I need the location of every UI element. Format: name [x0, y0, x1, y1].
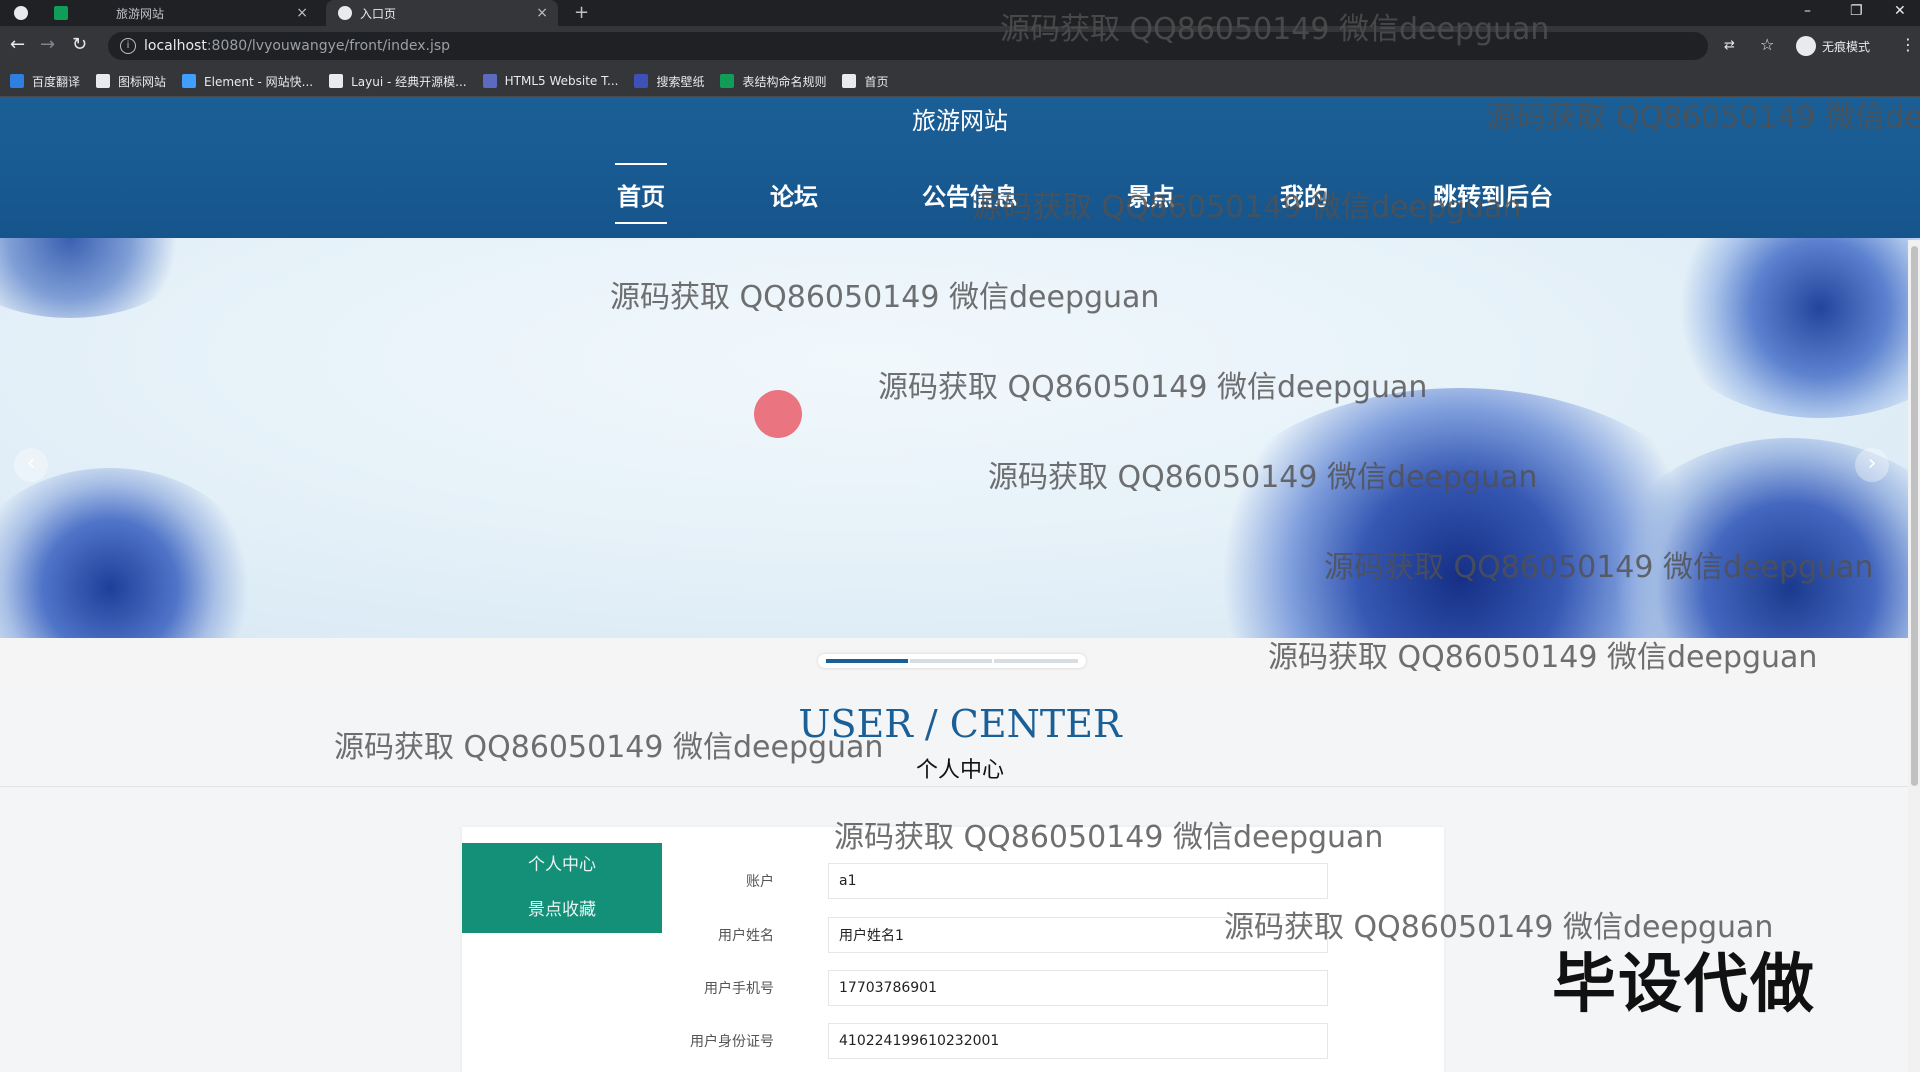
url-host: localhost: [144, 38, 207, 54]
phone-field[interactable]: [828, 970, 1328, 1006]
form-row-phone: 用户手机号: [662, 970, 1328, 1006]
field-label: 用户姓名: [718, 928, 774, 944]
section-header: USER / CENTER 个人中心: [0, 686, 1920, 787]
carousel-pager: [818, 654, 1086, 668]
bookmark-label: HTML5 Website T...: [504, 74, 619, 88]
bookmark-label: 图标网站: [118, 74, 167, 89]
promo-stamp-text: 毕设代做: [1552, 948, 1816, 1022]
incognito-icon: [1796, 36, 1816, 56]
form-row-account: 账户: [662, 863, 1328, 899]
address-bar: ← → ↻ i localhost:8080/lvyouwangye/front…: [0, 26, 1920, 66]
site-header: 旅游网站 首页 论坛 公告信息 景点 我的 跳转到后台: [0, 97, 1920, 238]
globe-icon: [338, 6, 352, 20]
minimize-icon[interactable]: –: [1804, 3, 1811, 19]
side-item-profile[interactable]: 个人中心: [462, 843, 662, 888]
form-row-name: 用户姓名: [662, 917, 1328, 953]
field-label: 用户身份证号: [690, 1034, 774, 1050]
bookmarks-bar: 百度翻译 图标网站 Element - 网站快... Layui - 经典开源模...…: [0, 66, 1920, 97]
nav-mine[interactable]: 我的: [1280, 177, 1328, 212]
main-nav: 首页 论坛 公告信息 景点 我的 跳转到后台: [0, 137, 1920, 237]
field-label: 用户手机号: [704, 981, 774, 997]
bookmark-item[interactable]: 百度翻译: [10, 73, 80, 90]
tab-title: 旅游网站: [116, 6, 165, 21]
page-content: 旅游网站 首页 论坛 公告信息 景点 我的 跳转到后台 ‹ › USER / C…: [0, 97, 1920, 1072]
site-info-icon[interactable]: i: [120, 38, 136, 54]
page-scrollbar[interactable]: [1908, 240, 1920, 1072]
section-title-cn: 个人中心: [915, 758, 1004, 783]
bookmark-item[interactable]: 表结构命名规则: [720, 73, 826, 90]
bookmark-item[interactable]: 搜索壁纸: [634, 73, 704, 90]
forward-icon[interactable]: →: [40, 36, 55, 54]
field-label: 账户: [746, 874, 774, 890]
url-text: localhost:8080/lvyouwangye/front/index.j…: [144, 38, 450, 54]
account-field[interactable]: [828, 863, 1328, 899]
bookmark-item[interactable]: 首页: [842, 73, 889, 90]
nav-forum[interactable]: 论坛: [770, 177, 818, 212]
profile-label: 无痕模式: [1822, 39, 1871, 54]
nav-announcements[interactable]: 公告信息: [922, 177, 1018, 212]
back-icon[interactable]: ←: [10, 36, 25, 54]
bookmark-item[interactable]: HTML5 Website T...: [482, 74, 619, 88]
flag-icon: [96, 74, 111, 88]
section-title-en: USER / CENTER: [798, 702, 1122, 746]
nav-attractions[interactable]: 景点: [1127, 177, 1175, 212]
search-wallpaper-icon: [634, 74, 649, 88]
bookmark-label: Element - 网站快...: [204, 74, 314, 89]
bookmark-item[interactable]: 图标网站: [96, 73, 166, 90]
site-title: 旅游网站: [912, 107, 1008, 135]
sheet-icon: [720, 74, 735, 88]
carousel-pager-strip: [0, 638, 1920, 686]
translate-icon[interactable]: ⇄: [1724, 38, 1735, 53]
banner-flower-image: [0, 238, 200, 318]
bookmark-label: 搜索壁纸: [656, 74, 705, 89]
scrollbar-thumb[interactable]: [1911, 246, 1918, 786]
carousel-dot[interactable]: [910, 659, 992, 663]
pinned-tab-icon[interactable]: [54, 6, 68, 20]
new-tab-button[interactable]: +: [574, 2, 589, 23]
translate-icon: [10, 74, 24, 88]
more-menu-icon[interactable]: ⋮: [1900, 35, 1916, 54]
close-icon[interactable]: ×: [536, 5, 548, 21]
bookmark-item[interactable]: Layui - 经典开源模...: [329, 73, 467, 90]
bookmark-label: 表结构命名规则: [742, 74, 827, 89]
banner-flower-image: [1660, 238, 1920, 418]
user-name-field[interactable]: [828, 917, 1328, 953]
html5-icon: [482, 74, 497, 88]
bookmark-star-icon[interactable]: ☆: [1760, 35, 1774, 54]
reload-icon[interactable]: ↻: [72, 36, 87, 54]
tab-title: 入口页: [360, 6, 397, 21]
form-row-id-card: 用户身份证号: [662, 1023, 1328, 1059]
url-input[interactable]: i localhost:8080/lvyouwangye/front/index…: [108, 32, 1708, 60]
carousel-dot[interactable]: [994, 659, 1078, 663]
banner-flower-image: [0, 468, 260, 638]
tab-entry-page[interactable]: 入口页 ×: [326, 0, 558, 26]
user-center-card: 个人中心 景点收藏 账户 用户姓名 用户手机号 用户身份证号: [462, 827, 1444, 1072]
carousel-banner: ‹ ›: [0, 238, 1920, 638]
carousel-dot[interactable]: [826, 659, 908, 663]
nav-admin[interactable]: 跳转到后台: [1433, 177, 1553, 212]
carousel-prev-button[interactable]: ‹: [14, 448, 48, 482]
side-menu: 个人中心 景点收藏: [462, 843, 662, 933]
incognito-profile[interactable]: 无痕模式: [1796, 36, 1870, 56]
mouse-cursor-highlight: [754, 390, 802, 438]
bookmark-item[interactable]: Element - 网站快...: [182, 73, 313, 90]
element-icon: [182, 74, 197, 88]
url-path: :8080/lvyouwangye/front/index.jsp: [206, 38, 451, 54]
bookmark-label: Layui - 经典开源模...: [351, 74, 467, 89]
nav-home[interactable]: 首页: [615, 163, 667, 224]
tab-travel-site[interactable]: 旅游网站 ×: [92, 0, 318, 26]
close-icon[interactable]: ×: [296, 5, 308, 21]
bookmark-label: 首页: [864, 74, 889, 89]
side-item-favorites[interactable]: 景点收藏: [462, 888, 662, 933]
layui-icon: [329, 74, 344, 88]
bookmark-label: 百度翻译: [32, 74, 81, 89]
browser-menu-icon[interactable]: [14, 6, 28, 20]
window-close-icon[interactable]: ✕: [1894, 3, 1906, 19]
carousel-next-button[interactable]: ›: [1855, 448, 1889, 482]
globe-icon: [842, 74, 857, 88]
id-card-field[interactable]: [828, 1023, 1328, 1059]
restore-icon[interactable]: ❐: [1850, 3, 1863, 19]
browser-tab-bar: 旅游网站 × 入口页 × + – ❐ ✕: [0, 0, 1920, 26]
